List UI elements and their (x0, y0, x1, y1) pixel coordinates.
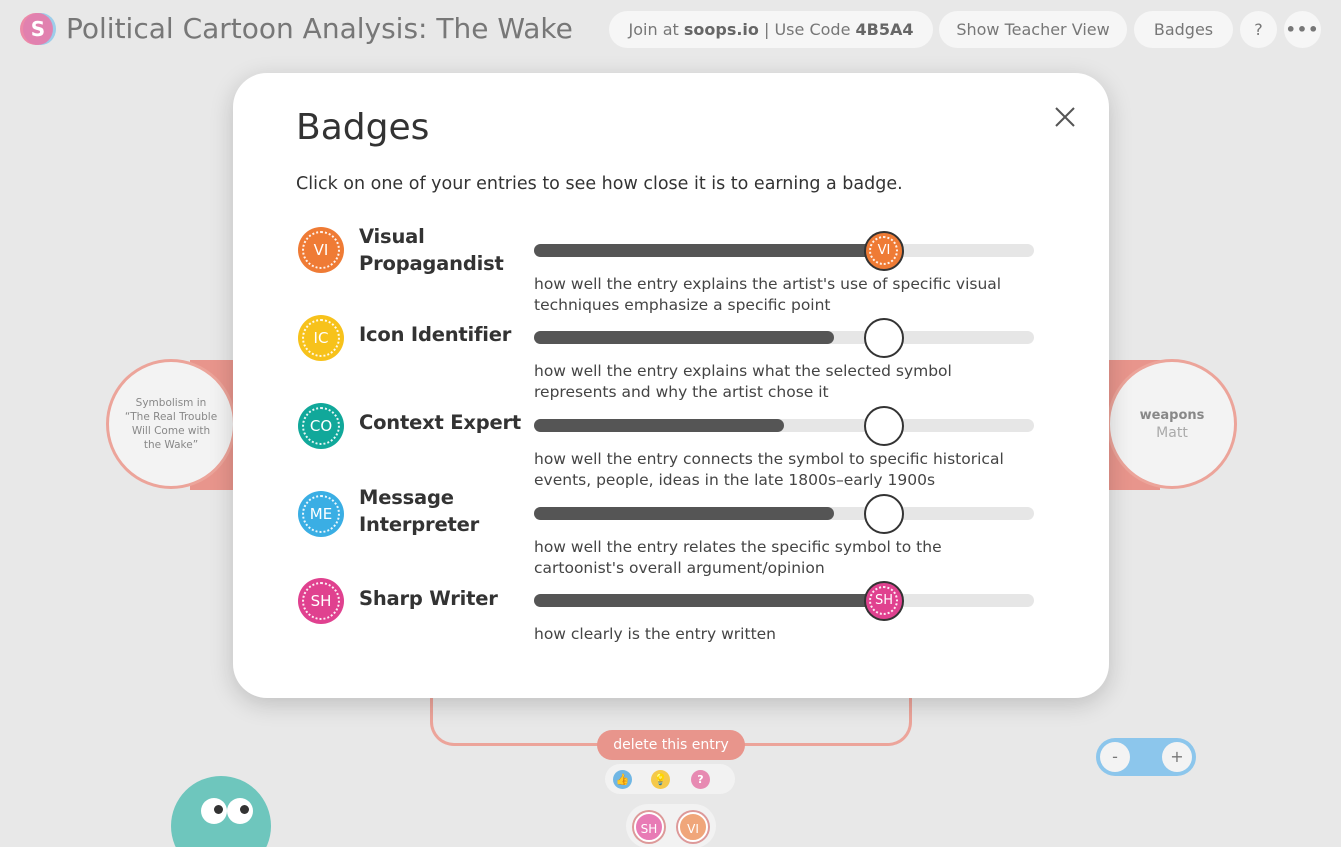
badge-name: Sharp Writer (359, 585, 498, 612)
modal-title: Badges (296, 107, 430, 148)
badge-progress-fill (534, 331, 834, 344)
badge-progress-knob[interactable] (864, 318, 904, 358)
join-code-button[interactable]: Join at soops.io | Use Code 4B5A4 (609, 11, 933, 48)
mini-badge-visual-propagandist: VI (678, 812, 708, 842)
entry-node-title: weapons (1139, 407, 1205, 423)
badge-abbr: IC (313, 329, 329, 347)
close-button[interactable] (1051, 103, 1079, 131)
close-icon (1055, 107, 1075, 127)
badge-description: how well the entry relates the specific … (534, 538, 942, 577)
badge-icon: CO (298, 403, 344, 449)
badge-icon: ME (298, 491, 344, 537)
badges-modal: Badges Click on one of your entries to s… (233, 73, 1109, 698)
badge-progress-knob[interactable]: SH (864, 581, 904, 621)
badge-progress-track: SH (534, 581, 1034, 621)
modal-subtitle: Click on one of your entries to see how … (296, 174, 903, 194)
lightbulb-icon[interactable]: 💡 (651, 770, 670, 789)
reaction-bar: 👍 💡 ? (605, 764, 735, 794)
badge-row-sharp-writer[interactable]: SH Sharp Writer SH how clearly is the en… (296, 578, 1056, 658)
eye-icon (201, 798, 227, 824)
help-button[interactable]: ? (1240, 11, 1277, 48)
badge-progress-fill (534, 507, 834, 520)
join-mid: | Use Code (758, 20, 856, 39)
badge-name: Visual Propagandist (359, 223, 504, 277)
badge-name: Message Interpreter (359, 484, 479, 538)
zoom-in-button[interactable]: + (1162, 742, 1192, 772)
badge-name-line1: Visual (359, 225, 425, 248)
badge-abbr: VI (313, 241, 329, 259)
badge-progress-track (534, 318, 1034, 358)
badge-name: Icon Identifier (359, 321, 511, 348)
badge-name-line1: Icon Identifier (359, 323, 512, 346)
badge-progress-track (534, 406, 1034, 446)
badge-name: Context Expert (359, 409, 521, 436)
page-title: Political Cartoon Analysis: The Wake (66, 12, 573, 45)
join-code: 4B5A4 (855, 20, 914, 39)
badge-name-line1: Message (359, 486, 454, 509)
badge-progress-fill (534, 594, 884, 607)
badge-icon: SH (298, 578, 344, 624)
badge-progress-knob[interactable]: VI (864, 231, 904, 271)
badge-description: how well the entry explains what the sel… (534, 362, 952, 401)
eye-icon (227, 798, 253, 824)
delete-entry-button[interactable]: delete this entry (597, 730, 745, 760)
badge-description: how well the entry explains the artist's… (534, 275, 1002, 314)
badge-row-context-expert[interactable]: CO Context Expert how well the entry con… (296, 403, 1056, 489)
badge-name-line1: Sharp Writer (359, 587, 498, 610)
join-site: soops.io (683, 20, 759, 39)
badge-abbr: CO (309, 417, 333, 435)
badge-progress-knob[interactable] (864, 494, 904, 534)
badge-progress-fill (534, 244, 884, 257)
badge-abbr: SH (310, 592, 332, 610)
mascot-avatar[interactable] (171, 776, 271, 847)
badge-icon: VI (298, 227, 344, 273)
entry-badges: SH VI (626, 804, 716, 847)
badge-description: how clearly is the entry written (534, 625, 777, 643)
badge-abbr: ME (309, 505, 333, 523)
mini-badge-sharp-writer: SH (634, 812, 664, 842)
entry-node-weapons[interactable]: weapons Matt (1107, 359, 1237, 489)
thumbs-up-icon[interactable]: 👍 (613, 770, 632, 789)
entry-node-author: Matt (1156, 424, 1188, 441)
topic-node-label: Symbolism in “The Real Trouble Will Come… (124, 397, 218, 451)
show-teacher-view-button[interactable]: Show Teacher View (939, 11, 1127, 48)
question-icon[interactable]: ? (691, 770, 710, 789)
badge-progress-fill (534, 419, 784, 432)
badge-row-message-interpreter[interactable]: ME Message Interpreter how well the entr… (296, 484, 1056, 577)
badge-progress-track: VI (534, 231, 1034, 271)
badge-name-line2: Propagandist (359, 252, 504, 275)
badges-button[interactable]: Badges (1134, 11, 1233, 48)
more-options-button[interactable]: ••• (1284, 11, 1321, 48)
badge-progress-knob[interactable] (864, 406, 904, 446)
badge-name-line1: Context Expert (359, 411, 522, 434)
app-logo: S (20, 13, 56, 45)
zoom-control: - + (1096, 738, 1196, 776)
topic-node[interactable]: Symbolism in “The Real Trouble Will Come… (106, 359, 236, 489)
badge-progress-track (534, 494, 1034, 534)
join-prefix: Join at (628, 20, 684, 39)
badge-icon: IC (298, 315, 344, 361)
badge-row-visual-propagandist[interactable]: VI Visual Propagandist VI how well the e… (296, 223, 1056, 314)
badge-row-icon-identifier[interactable]: IC Icon Identifier how well the entry ex… (296, 315, 1056, 401)
badge-name-line2: Interpreter (359, 513, 480, 536)
zoom-out-button[interactable]: - (1100, 742, 1130, 772)
